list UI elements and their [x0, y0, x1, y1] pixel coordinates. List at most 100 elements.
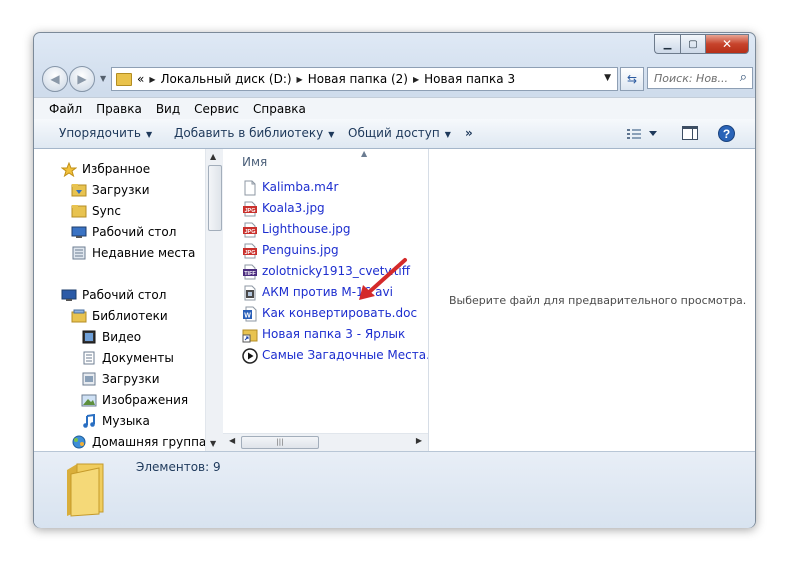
explorer-window: ▁ ▢ ✕ ◀ ▶ ▼ « ▶ Локальный диск (D:) ▶ Но…: [33, 32, 756, 528]
nav-label: Рабочий стол: [82, 288, 167, 302]
nav-recent-places[interactable]: Недавние места: [71, 246, 195, 260]
nav-label: Изображения: [102, 393, 189, 407]
nav-sync[interactable]: Sync: [71, 204, 121, 218]
chevron-right-icon[interactable]: ▶: [149, 75, 155, 84]
list-item[interactable]: Самые Загадочные Места.wel: [242, 348, 450, 364]
search-icon[interactable]: ⌕: [740, 70, 747, 85]
svg-text:JPG: JPG: [244, 250, 255, 256]
file-name: Penguins.jpg: [262, 243, 339, 257]
menu-bar: Файл Правка Вид Сервис Справка: [34, 97, 755, 120]
file-list-hscrollbar[interactable]: ◀ ||| ▶: [223, 433, 428, 451]
refresh-button[interactable]: ⇆: [620, 67, 644, 91]
organize-label: Упорядочить: [59, 126, 141, 140]
address-bar[interactable]: « ▶ Локальный диск (D:) ▶ Новая папка (2…: [111, 67, 618, 91]
recent-pages-dropdown[interactable]: ▼: [100, 74, 106, 83]
menu-edit[interactable]: Правка: [96, 102, 142, 116]
close-button[interactable]: ✕: [705, 34, 749, 54]
menu-file[interactable]: Файл: [49, 102, 82, 116]
nav-library-downloads[interactable]: Загрузки: [81, 372, 160, 386]
word-doc-icon: W: [242, 306, 258, 322]
nav-label: Недавние места: [92, 246, 196, 260]
scroll-down-icon[interactable]: ▼: [210, 439, 216, 448]
details-pane: Элементов: 9: [34, 451, 755, 528]
list-item[interactable]: Новая папка 3 - Ярлык: [242, 327, 405, 343]
maximize-button[interactable]: ▢: [680, 34, 705, 54]
address-dropdown-icon[interactable]: ▼: [604, 73, 611, 83]
breadcrumb-item[interactable]: Новая папка (2): [308, 72, 408, 86]
folder-icon: [71, 204, 87, 218]
more-commands-button[interactable]: »: [465, 126, 473, 140]
video-library-icon: [81, 330, 97, 344]
libraries-icon: [71, 309, 87, 323]
scroll-left-icon[interactable]: ◀: [229, 436, 235, 445]
recent-places-icon: [71, 246, 87, 260]
nav-favorites[interactable]: Избранное: [60, 161, 150, 178]
list-item[interactable]: Kalimba.m4r: [242, 180, 339, 196]
nav-label: Документы: [102, 351, 174, 365]
scrollbar-thumb[interactable]: |||: [241, 436, 319, 449]
shortcut-icon: [242, 327, 258, 343]
forward-arrow-icon: ▶: [77, 72, 87, 86]
nav-desktop-favorite[interactable]: Рабочий стол: [71, 225, 176, 239]
downloads-library-icon: [81, 372, 97, 386]
list-item[interactable]: JPG Penguins.jpg: [242, 243, 339, 259]
scroll-up-icon[interactable]: ▲: [210, 152, 216, 161]
jpg-icon: JPG: [242, 222, 258, 238]
organize-button[interactable]: Упорядочить ▼: [59, 126, 152, 140]
share-button[interactable]: Общий доступ ▼: [348, 126, 451, 140]
nav-label: Sync: [92, 204, 121, 218]
svg-text:JPG: JPG: [244, 208, 255, 214]
view-options-button[interactable]: [627, 128, 659, 143]
nav-label: Домашняя группа: [92, 435, 207, 449]
scrollbar-thumb[interactable]: [208, 165, 222, 231]
nav-desktop[interactable]: Рабочий стол: [61, 288, 166, 302]
breadcrumb-item[interactable]: Локальный диск (D:): [161, 72, 292, 86]
nav-pane-scrollbar[interactable]: ▲ ▼: [205, 149, 223, 451]
homegroup-icon: [71, 435, 87, 449]
share-label: Общий доступ: [348, 126, 440, 140]
add-to-library-button[interactable]: Добавить в библиотеку ▼: [174, 126, 334, 140]
nav-label: Рабочий стол: [92, 225, 177, 239]
preview-pane-button[interactable]: [682, 126, 698, 144]
nav-documents[interactable]: Документы: [81, 351, 174, 365]
column-header-name[interactable]: Имя: [242, 155, 267, 169]
navigation-pane: Избранное Загрузки Sync Рабочий стол Нед…: [34, 149, 206, 451]
back-button[interactable]: ◀: [42, 66, 68, 92]
svg-text:W: W: [244, 313, 251, 320]
scroll-right-icon[interactable]: ▶: [416, 436, 422, 445]
close-icon: ✕: [721, 37, 733, 51]
address-overflow[interactable]: «: [137, 72, 144, 86]
dropdown-arrow-icon: ▼: [444, 130, 451, 139]
back-arrow-icon: ◀: [50, 72, 60, 86]
nav-images[interactable]: Изображения: [81, 393, 188, 407]
preview-message: Выберите файл для предварительного просм…: [449, 294, 747, 307]
nav-label: Музыка: [102, 414, 150, 428]
media-play-icon: [242, 348, 258, 364]
command-bar: Упорядочить ▼ Добавить в библиотеку ▼ Общи…: [34, 119, 755, 149]
chevron-right-icon[interactable]: ▶: [413, 75, 419, 84]
nav-label: Видео: [102, 330, 142, 344]
menu-help[interactable]: Справка: [253, 102, 306, 116]
search-input[interactable]: Поиск: Нов... ⌕: [647, 67, 753, 89]
item-count: Элементов: 9: [136, 460, 221, 474]
breadcrumb-item[interactable]: Новая папка 3: [424, 72, 515, 86]
nav-libraries[interactable]: Библиотеки: [71, 309, 168, 323]
help-button[interactable]: ?: [718, 125, 735, 145]
chevron-right-icon[interactable]: ▶: [297, 75, 303, 84]
list-item[interactable]: JPG Lighthouse.jpg: [242, 222, 351, 238]
menu-tools[interactable]: Сервис: [194, 102, 239, 116]
navigation-row: ◀ ▶ ▼ « ▶ Локальный диск (D:) ▶ Новая па…: [42, 63, 753, 93]
forward-button[interactable]: ▶: [69, 66, 95, 92]
file-name: Kalimba.m4r: [262, 180, 339, 194]
nav-music[interactable]: Музыка: [81, 413, 150, 428]
list-item[interactable]: JPG Koala3.jpg: [242, 201, 325, 217]
menu-view[interactable]: Вид: [156, 102, 180, 116]
minimize-button[interactable]: ▁: [654, 34, 680, 54]
file-name: Koala3.jpg: [262, 201, 325, 215]
list-item[interactable]: W Как конвертировать.doc: [242, 306, 417, 322]
details-view-icon: [627, 129, 657, 139]
nav-video[interactable]: Видео: [81, 330, 141, 344]
nav-downloads[interactable]: Загрузки: [71, 183, 150, 197]
tiff-icon: TIFF: [242, 264, 258, 280]
nav-homegroup[interactable]: Домашняя группа: [71, 435, 206, 449]
